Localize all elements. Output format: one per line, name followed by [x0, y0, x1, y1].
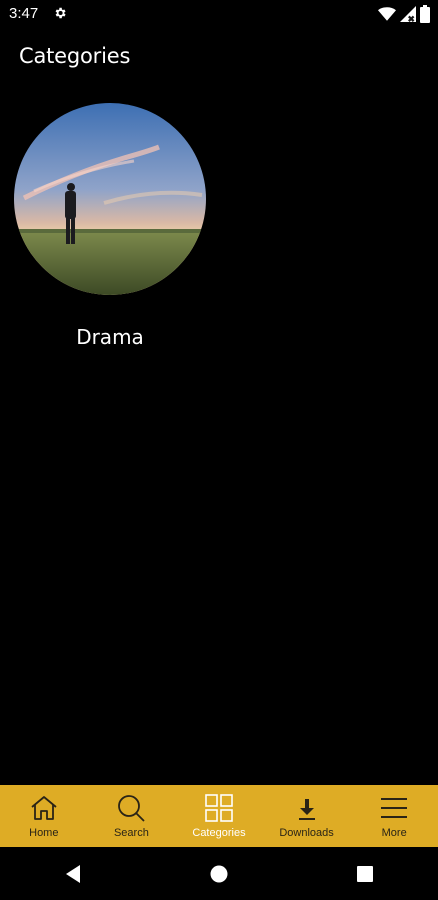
category-card-drama[interactable]: Drama: [14, 103, 206, 353]
category-image: [14, 103, 206, 295]
home-button[interactable]: [199, 854, 239, 894]
nav-label-home: Home: [29, 827, 59, 839]
wifi-icon: [378, 7, 396, 21]
grid-icon: [205, 794, 233, 822]
nav-label-downloads: Downloads: [279, 827, 334, 839]
recents-icon: [357, 865, 373, 882]
nav-item-downloads[interactable]: Downloads: [263, 785, 351, 847]
nav-label-search: Search: [113, 827, 149, 839]
nav-item-categories[interactable]: Categories: [175, 785, 263, 847]
status-right-icons: [378, 5, 430, 23]
nav-item-search[interactable]: Search: [88, 785, 176, 847]
search-icon: [118, 795, 146, 822]
menu-icon: [381, 798, 408, 818]
battery-icon: [420, 5, 430, 23]
nav-item-more[interactable]: More: [350, 785, 438, 847]
home-circle-icon: [210, 865, 228, 882]
nav-label-categories: Categories: [192, 827, 246, 839]
system-nav-bar: [0, 847, 438, 900]
recents-button[interactable]: [345, 854, 385, 894]
nav-item-home[interactable]: Home: [0, 785, 88, 847]
home-icon: [31, 796, 57, 820]
back-button[interactable]: [53, 854, 93, 894]
settings-gear-icon: [55, 7, 66, 19]
page-title: Categories: [19, 44, 131, 68]
bottom-nav: Home Search Categories Downloads More: [0, 785, 438, 847]
download-icon: [298, 799, 315, 820]
category-label: Drama: [76, 325, 144, 349]
signal-icon: [400, 6, 416, 22]
status-bar: 3:47: [0, 0, 438, 28]
nav-label-more: More: [381, 827, 407, 839]
back-icon: [66, 864, 80, 883]
status-time: 3:47: [9, 5, 39, 22]
